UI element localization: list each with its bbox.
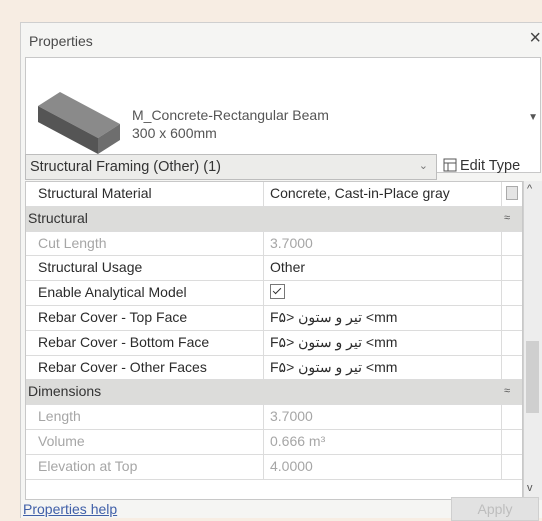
group-label: Structural [28, 209, 88, 226]
scroll-down-icon[interactable]: v [527, 482, 533, 494]
property-row[interactable]: Rebar Cover - Other Faces F۵> تیر و ستون … [26, 355, 522, 381]
chevron-down-icon[interactable]: ⌄ [419, 159, 428, 172]
panel-footer: Properties help Apply [21, 497, 542, 521]
edit-type-icon [443, 158, 457, 176]
checkbox-checked[interactable] [270, 284, 285, 300]
panel-title: Properties [29, 33, 93, 49]
property-value[interactable]: Concrete, Cast-in-Place gray [266, 182, 502, 206]
property-name: Elevation at Top [26, 454, 264, 479]
property-name: Structural Usage [26, 256, 264, 281]
property-value: 3.7000 [266, 405, 502, 429]
material-browse-button[interactable] [506, 186, 518, 200]
property-value[interactable]: F۵> تیر و ستون <mm [266, 355, 502, 380]
type-name: M_Concrete-Rectangular Beam 300 x 600mm [132, 106, 329, 142]
properties-panel: Properties × M_Concrete-Rectangular Beam… [20, 22, 542, 521]
property-value[interactable]: F۵> تیر و ستون <mm [266, 330, 502, 355]
property-value[interactable]: Other [266, 256, 502, 281]
row-side-cell [504, 405, 522, 429]
property-grid: Structural Material Concrete, Cast-in-Pla… [25, 181, 523, 500]
property-row[interactable]: Enable Analytical Model [26, 281, 522, 306]
property-row[interactable]: Cut Length 3.7000 [26, 231, 522, 257]
row-side-cell [504, 331, 522, 355]
property-row[interactable]: Structural Material Concrete, Cast-in-Pla… [26, 182, 522, 207]
property-value: 4.0000 [266, 454, 502, 479]
instance-filter-dropdown[interactable]: Structural Framing (Other) (1) ⌄ [25, 154, 437, 180]
group-label: Dimensions [28, 383, 102, 400]
type-size-label: 300 x 600mm [132, 125, 217, 141]
property-row[interactable]: Length 3.7000 [26, 405, 522, 430]
type-dropdown-icon[interactable]: ▼ [528, 112, 538, 123]
property-row[interactable]: Rebar Cover - Top Face F۵> تیر و ستون <mm [26, 305, 522, 331]
property-row[interactable]: Volume 0.666 m³ [26, 429, 522, 455]
edit-type-label: Edit Type [460, 158, 521, 174]
property-value[interactable]: F۵> تیر و ستون <mm [266, 305, 502, 330]
collapse-icon[interactable]: ≈ [504, 380, 510, 403]
row-side-cell [504, 256, 522, 280]
property-name: Enable Analytical Model [26, 281, 264, 305]
type-family-label: M_Concrete-Rectangular Beam [132, 107, 329, 123]
scrollbar-thumb[interactable] [526, 341, 539, 413]
property-name: Rebar Cover - Other Faces [26, 355, 264, 380]
edit-type-button[interactable]: Edit Type [443, 158, 520, 176]
row-side-cell [504, 455, 522, 479]
beam-thumbnail-icon [34, 66, 124, 156]
apply-button[interactable]: Apply [451, 497, 539, 521]
property-name: Rebar Cover - Top Face [26, 305, 264, 330]
property-value-checkbox[interactable] [266, 281, 502, 305]
collapse-icon[interactable]: ≈ [504, 207, 510, 230]
vertical-scrollbar[interactable]: ^ v [523, 181, 542, 500]
close-icon[interactable]: × [529, 27, 541, 50]
property-row[interactable]: Rebar Cover - Bottom Face F۵> تیر و ستون … [26, 330, 522, 356]
property-name: Rebar Cover - Bottom Face [26, 330, 264, 355]
panel-titlebar: Properties × [21, 23, 542, 57]
row-side-cell [504, 430, 522, 454]
row-side-cell [504, 281, 522, 305]
property-row[interactable]: Structural Usage Other [26, 256, 522, 282]
row-side-cell [504, 182, 522, 206]
properties-help-link[interactable]: Properties help [23, 501, 117, 517]
scroll-up-icon[interactable]: ^ [527, 183, 532, 195]
property-name: Cut Length [26, 231, 264, 256]
property-name: Structural Material [26, 182, 264, 206]
property-name: Length [26, 405, 264, 429]
property-value: 3.7000 [266, 231, 502, 256]
instance-filter-label: Structural Framing (Other) (1) [30, 159, 221, 175]
property-value: 0.666 m³ [266, 429, 502, 454]
row-side-cell [504, 356, 522, 380]
row-side-cell [504, 232, 522, 256]
property-row[interactable]: Elevation at Top 4.0000 [26, 454, 522, 480]
property-name: Volume [26, 429, 264, 454]
row-side-cell [504, 306, 522, 330]
group-header-structural[interactable]: Structural ≈ [26, 206, 522, 232]
group-header-dimensions[interactable]: Dimensions ≈ [26, 380, 522, 406]
